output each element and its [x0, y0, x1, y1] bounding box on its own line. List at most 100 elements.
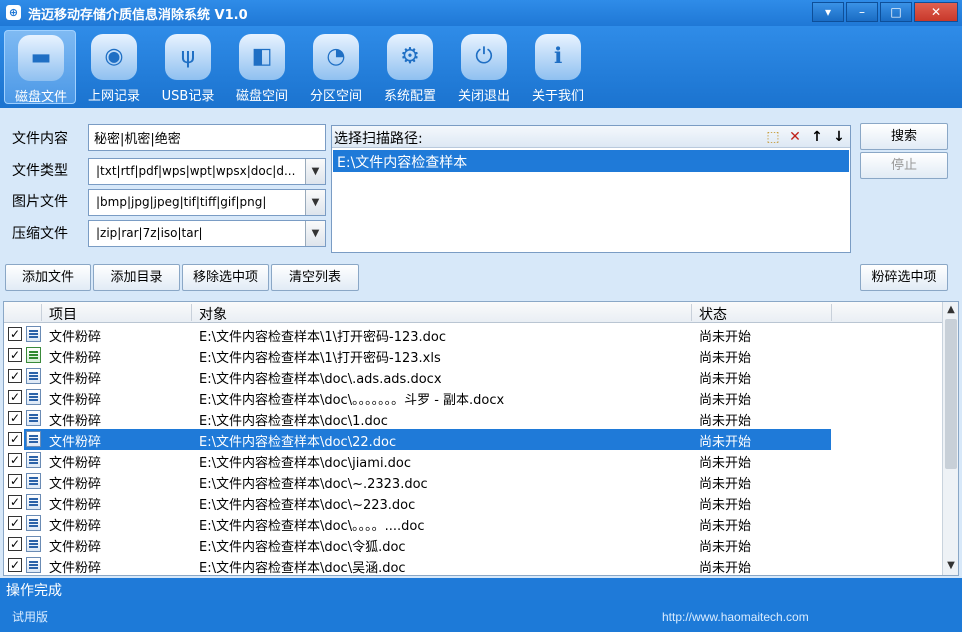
archive-select[interactable]: |zip|rar|7z|iso|tar| ▼ [88, 220, 326, 247]
chevron-down-icon[interactable]: ▼ [305, 221, 325, 246]
tool-about[interactable]: ℹ 关于我们 [522, 30, 594, 104]
stop-button[interactable]: 停止 [860, 152, 948, 179]
chevron-down-icon[interactable]: ▼ [305, 159, 325, 184]
cell-status: 尚未开始 [699, 498, 752, 513]
row-checkbox[interactable]: ✓ [8, 516, 22, 530]
scroll-up-icon[interactable]: ▲ [943, 302, 958, 318]
row-checkbox[interactable]: ✓ [8, 327, 22, 341]
table-row[interactable]: ✓ 文件粉碎 E:\文件内容检查样本\doc\~.2323.doc 尚未开始 [4, 471, 942, 492]
scan-path-header: 选择扫描路径: ⬚ ✕ ↑ ↓ [332, 126, 850, 148]
search-button[interactable]: 搜索 [860, 123, 948, 150]
scroll-down-icon[interactable]: ▼ [943, 558, 958, 574]
type-label: 文件类型 [12, 163, 68, 179]
cell-object: E:\文件内容检查样本\doc\~223.doc [199, 498, 416, 513]
cell-item: 文件粉碎 [49, 561, 102, 576]
cell-object: E:\文件内容检查样本\1\打开密码-123.xls [199, 351, 441, 366]
row-checkbox[interactable]: ✓ [8, 495, 22, 509]
cell-object: E:\文件内容检查样本\doc\令狐.doc [199, 540, 406, 555]
file-table: 项目 对象 状态 ✓ 文件粉碎 E:\文件内容检查样本\1\打开密码-123.doc… [3, 301, 959, 576]
usb-icon: ψ [165, 34, 211, 80]
website-link[interactable]: http://www.haomaitech.com [662, 610, 809, 624]
column-header-item[interactable]: 项目 [49, 304, 77, 324]
scan-path-item[interactable]: E:\文件内容检查样本 [333, 150, 849, 172]
add-directory-button[interactable]: 添加目录 [93, 264, 180, 291]
cell-status: 尚未开始 [699, 477, 752, 492]
cell-object: E:\文件内容检查样本\doc\.ads.ads.docx [199, 372, 442, 387]
maximize-button[interactable]: □ [880, 2, 912, 22]
table-row[interactable]: ✓ 文件粉碎 E:\文件内容检查样本\doc\~223.doc 尚未开始 [4, 492, 942, 513]
tool-disk-space[interactable]: ◧ 磁盘空间 [226, 30, 298, 104]
cell-status: 尚未开始 [699, 456, 752, 471]
status-bar: 操作完成 [2, 578, 960, 600]
globe-monitor-icon: ◉ [91, 34, 137, 80]
cell-item: 文件粉碎 [49, 540, 102, 555]
column-separator [41, 304, 42, 321]
table-row[interactable]: ✓ 文件粉碎 E:\文件内容检查样本\doc\吴涵.doc 尚未开始 [4, 555, 942, 576]
table-row[interactable]: ✓ 文件粉碎 E:\文件内容检查样本\1\打开密码-123.xls 尚未开始 [4, 345, 942, 366]
tool-label: 磁盘文件 [14, 90, 67, 105]
tool-partition-space[interactable]: ◔ 分区空间 [300, 30, 372, 104]
cell-object: E:\文件内容检查样本\doc\jiami.doc [199, 456, 412, 471]
cell-item: 文件粉碎 [49, 372, 102, 387]
minimize-button[interactable]: – [846, 2, 878, 22]
tool-usb-history[interactable]: ψ USB记录 [152, 30, 224, 104]
tool-label: 分区空间 [309, 89, 362, 104]
table-header: 项目 对象 状态 [4, 302, 942, 323]
word-file-icon [26, 515, 41, 531]
pie-chart-icon: ◔ [313, 34, 359, 80]
clear-list-button[interactable]: 清空列表 [271, 264, 359, 291]
tool-system-config[interactable]: ⚙ 系统配置 [374, 30, 446, 104]
image-select[interactable]: |bmp|jpg|jpeg|tif|tiff|gif|png| ▼ [88, 189, 326, 216]
table-row[interactable]: ✓ 文件粉碎 E:\文件内容检查样本\doc\jiami.doc 尚未开始 [4, 450, 942, 471]
cell-item: 文件粉碎 [49, 477, 102, 492]
title-bar: ⊕ 浩迈移动存储介质信息消除系统 V1.0 ▾ – □ ✕ [0, 0, 962, 26]
add-file-button[interactable]: 添加文件 [5, 264, 91, 291]
cell-status: 尚未开始 [699, 414, 752, 429]
edition-label: 试用版 [12, 610, 49, 624]
table-row[interactable]: ✓ 文件粉碎 E:\文件内容检查样本\doc\.ads.ads.docx 尚未开始 [4, 366, 942, 387]
table-row[interactable]: ✓ 文件粉碎 E:\文件内容检查样本\doc\。。。。。。。斗罗 - 副本.docx… [4, 387, 942, 408]
remove-selected-button[interactable]: 移除选中项 [182, 264, 269, 291]
table-row[interactable]: ✓ 文件粉碎 E:\文件内容检查样本\doc\22.doc 尚未开始 [4, 429, 942, 450]
tool-exit[interactable]: ⏻ 关闭退出 [448, 30, 520, 104]
table-row[interactable]: ✓ 文件粉碎 E:\文件内容检查样本\doc\令狐.doc 尚未开始 [4, 534, 942, 555]
shred-selected-button[interactable]: 粉碎选中项 [860, 264, 948, 291]
cell-item: 文件粉碎 [49, 330, 102, 345]
row-checkbox[interactable]: ✓ [8, 411, 22, 425]
row-checkbox[interactable]: ✓ [8, 453, 22, 467]
gear-icon: ⚙ [387, 34, 433, 80]
cell-item: 文件粉碎 [49, 414, 102, 429]
row-checkbox[interactable]: ✓ [8, 537, 22, 551]
table-row[interactable]: ✓ 文件粉碎 E:\文件内容检查样本\doc\。。。。....doc 尚未开始 [4, 513, 942, 534]
cell-item: 文件粉碎 [49, 435, 102, 450]
table-row[interactable]: ✓ 文件粉碎 E:\文件内容检查样本\doc\1.doc 尚未开始 [4, 408, 942, 429]
column-header-object[interactable]: 对象 [199, 304, 227, 324]
content-input[interactable]: 秘密|机密|绝密 [88, 124, 326, 151]
tool-web-history[interactable]: ◉ 上网记录 [78, 30, 150, 104]
row-checkbox[interactable]: ✓ [8, 369, 22, 383]
scan-path-title: 选择扫描路径: [334, 131, 423, 147]
row-checkbox[interactable]: ✓ [8, 390, 22, 404]
column-header-status[interactable]: 状态 [699, 304, 727, 324]
info-icon: ℹ [535, 34, 581, 80]
tool-disk-files[interactable]: ▬ 磁盘文件 [4, 30, 76, 105]
scan-path-panel: 选择扫描路径: ⬚ ✕ ↑ ↓ E:\文件内容检查样本 [331, 125, 851, 253]
scroll-thumb[interactable] [945, 319, 957, 469]
table-row[interactable]: ✓ 文件粉碎 E:\文件内容检查样本\1\打开密码-123.doc 尚未开始 [4, 324, 942, 345]
arrow-up-icon[interactable]: ↑ [809, 128, 825, 146]
row-checkbox[interactable]: ✓ [8, 432, 22, 446]
row-checkbox[interactable]: ✓ [8, 558, 22, 572]
add-path-icon[interactable]: ⬚ [765, 128, 781, 146]
arrow-down-icon[interactable]: ↓ [831, 128, 847, 146]
word-file-icon [26, 536, 41, 552]
type-select[interactable]: |txt|rtf|pdf|wps|wpt|wpsx|doc|d... ▼ [88, 158, 326, 185]
tool-label: 系统配置 [383, 89, 436, 104]
delete-path-icon[interactable]: ✕ [787, 128, 803, 146]
row-checkbox[interactable]: ✓ [8, 474, 22, 488]
cell-item: 文件粉碎 [49, 351, 102, 366]
menu-dropdown-button[interactable]: ▾ [812, 2, 844, 22]
row-checkbox[interactable]: ✓ [8, 348, 22, 362]
chevron-down-icon[interactable]: ▼ [305, 190, 325, 215]
vertical-scrollbar[interactable]: ▲ ▼ [942, 302, 958, 575]
close-button[interactable]: ✕ [914, 2, 958, 22]
